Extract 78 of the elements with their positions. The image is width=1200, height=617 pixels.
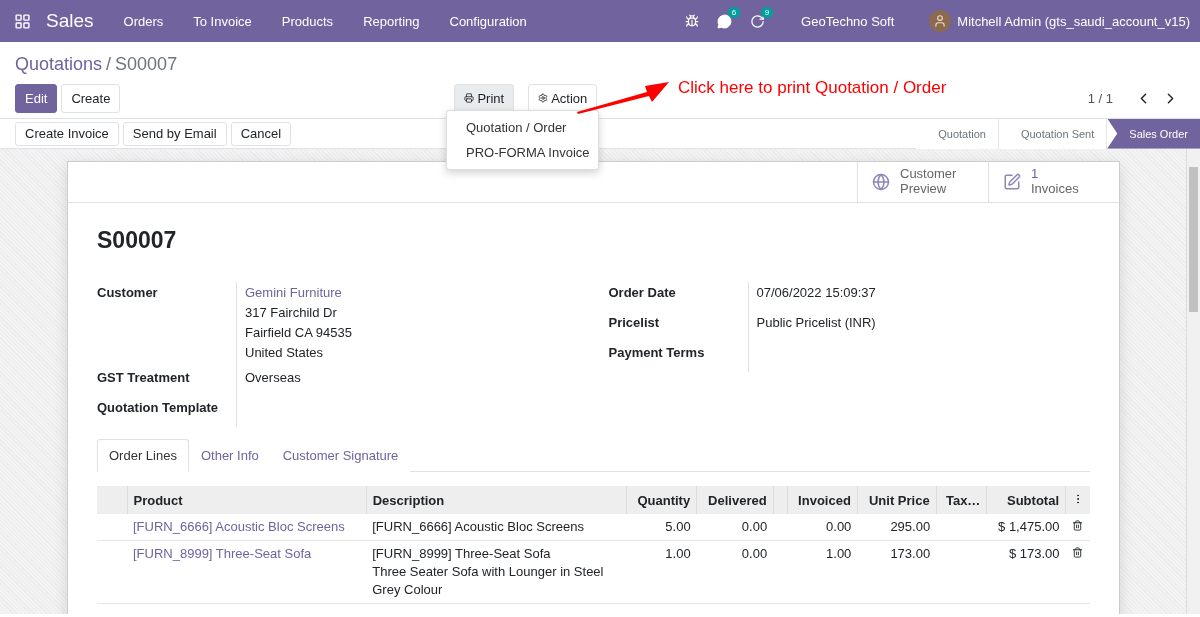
column-header: Unit Price bbox=[857, 486, 937, 514]
user-menu[interactable]: Mitchell Admin (gts_saudi_account_v15) bbox=[957, 13, 1190, 29]
field-value: Overseas bbox=[245, 370, 302, 385]
record-title: S00007 bbox=[97, 227, 178, 254]
field-value: United States bbox=[245, 345, 325, 360]
apps-menu-icon[interactable] bbox=[14, 12, 31, 30]
table-cell: 295.00 bbox=[857, 514, 937, 541]
menu-item[interactable]: Quotation / Order bbox=[447, 115, 598, 140]
field-value: 07/06/2022 15:09:37 bbox=[756, 285, 877, 300]
table-cell: $ 173.00 bbox=[986, 540, 1066, 604]
description-cell-text: [FURN_6666] Acoustic Bloc Screens bbox=[372, 518, 585, 536]
status-action-button[interactable]: Send by Email bbox=[122, 121, 227, 146]
menu-item[interactable]: PRO-FORMA Invoice bbox=[447, 140, 598, 165]
breadcrumb-link[interactable]: Quotations bbox=[15, 53, 103, 75]
table-cell: 0.00 bbox=[787, 514, 858, 541]
field-value: Fairfield CA 94535 bbox=[245, 325, 353, 340]
chat-icon[interactable] bbox=[717, 13, 733, 29]
globe-icon bbox=[872, 173, 890, 191]
table-cell: 0.00 bbox=[696, 540, 774, 604]
status-action-button[interactable]: Create Invoice bbox=[15, 121, 119, 146]
field-label: Pricelist bbox=[608, 314, 661, 330]
table-cell: 1.00 bbox=[626, 540, 697, 604]
field-label: Quotation Template bbox=[97, 399, 220, 415]
tab[interactable]: Order Lines bbox=[97, 439, 189, 472]
bug-icon[interactable] bbox=[685, 14, 700, 28]
nav-menu-item[interactable]: Reporting bbox=[348, 13, 435, 29]
create-button[interactable]: Create bbox=[61, 83, 121, 113]
table-cell: 1.00 bbox=[787, 540, 858, 604]
field-label: Payment Terms bbox=[608, 344, 706, 360]
print-button[interactable]: Print bbox=[454, 83, 515, 113]
pencil-square-icon bbox=[1003, 173, 1021, 191]
table-cell: 0.00 bbox=[696, 514, 774, 541]
gear-icon bbox=[538, 93, 549, 103]
breadcrumb-separator: / bbox=[106, 53, 112, 75]
table-cell: $ 1,475.00 bbox=[986, 514, 1066, 541]
column-header: Tax… bbox=[936, 486, 987, 514]
nav-menu-item[interactable]: Products bbox=[266, 13, 349, 29]
product-link[interactable]: [FURN_6666] Acoustic Bloc Screens bbox=[127, 514, 367, 541]
product-link[interactable]: [FURN_8999] Three-Seat Sofa bbox=[127, 540, 367, 604]
status-stage[interactable]: Quotation Sent bbox=[998, 118, 1108, 149]
column-header: Description bbox=[366, 486, 627, 514]
edit-button[interactable]: Edit bbox=[15, 83, 58, 113]
nav-menu-item[interactable]: Configuration bbox=[434, 13, 542, 29]
delete-icon[interactable] bbox=[1071, 520, 1083, 531]
description-cell-text: [FURN_8999] Three-Seat Sofa Three Seater Sofa with Lounger in Steel Grey Colour bbox=[372, 545, 605, 599]
column-header: Subtotal bbox=[986, 486, 1066, 514]
field-label: Customer bbox=[97, 284, 159, 300]
table-cell: 173.00 bbox=[857, 540, 937, 604]
field-value: Public Pricelist (INR) bbox=[756, 315, 877, 330]
message-count-badge: 6 bbox=[727, 6, 741, 18]
printer-icon bbox=[464, 93, 475, 103]
customer-link[interactable]: Gemini Furniture bbox=[245, 285, 579, 300]
scrollbar-thumb[interactable] bbox=[1189, 167, 1198, 312]
invoices-button[interactable]: 1 Invoices bbox=[988, 162, 1119, 202]
user-avatar bbox=[929, 10, 952, 32]
table-cell: 5.00 bbox=[626, 514, 697, 541]
field-value: 317 Fairchild Dr bbox=[245, 305, 338, 320]
delete-icon[interactable] bbox=[1071, 547, 1083, 558]
preview-button[interactable]: Customer Preview bbox=[857, 162, 988, 202]
annotation-text: Click here to print Quotation / Order bbox=[678, 78, 947, 98]
column-header: Invoiced bbox=[787, 486, 858, 514]
status-action-button[interactable]: Cancel bbox=[230, 121, 292, 146]
action-button[interactable]: Action bbox=[528, 83, 598, 113]
column-header: Quantity bbox=[626, 486, 697, 514]
breadcrumb-current: S00007 bbox=[115, 53, 178, 75]
field-label: GST Treatment bbox=[97, 369, 191, 385]
activity-count-badge: 9 bbox=[760, 6, 774, 18]
column-header: Product bbox=[127, 486, 367, 514]
status-stage[interactable]: Sales Order bbox=[1107, 118, 1200, 149]
status-stage[interactable]: Quotation bbox=[916, 118, 999, 149]
activity-icon[interactable] bbox=[750, 13, 766, 29]
field-label: Order Date bbox=[608, 284, 677, 300]
column-header: Delivered bbox=[696, 486, 774, 514]
nav-menu-item[interactable]: Orders bbox=[108, 13, 179, 29]
company-switcher[interactable]: GeoTechno Soft bbox=[786, 13, 910, 29]
app-title: Sales bbox=[45, 10, 95, 32]
nav-menu-item[interactable]: To Invoice bbox=[178, 13, 267, 29]
pager-value: 1 / 1 bbox=[1087, 90, 1113, 106]
